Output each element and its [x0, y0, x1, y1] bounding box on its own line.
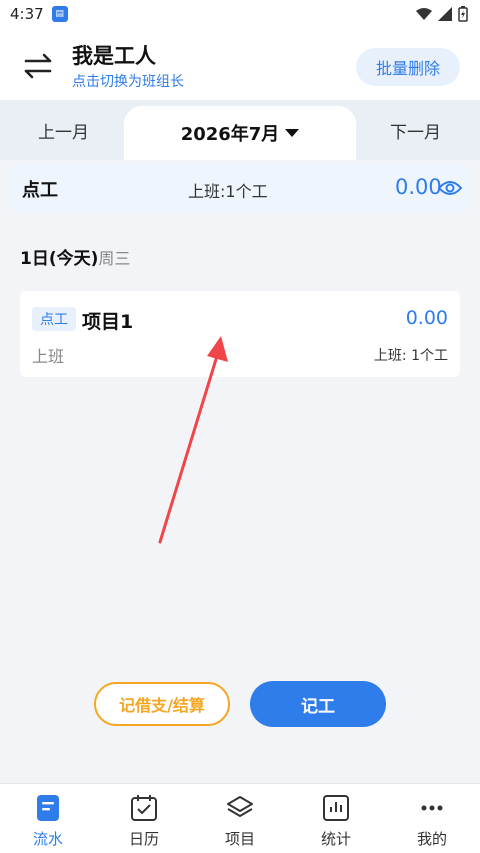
- page-title: 我是工人: [72, 44, 156, 68]
- document-icon: [37, 795, 59, 821]
- nav-label-flow: 流水: [32, 830, 63, 848]
- record-type-tag: 点工: [32, 307, 76, 331]
- borrow-settle-button[interactable]: 记借支/结算: [94, 682, 230, 726]
- summary-type: 点工: [22, 180, 58, 201]
- status-time: 4:37: [10, 5, 44, 23]
- layers-icon: [227, 796, 253, 817]
- eye-icon[interactable]: [438, 178, 462, 198]
- record-detail: 上班: 1个工: [373, 348, 448, 364]
- calendar-check-icon: [131, 795, 157, 821]
- record-shift: 上班: [32, 347, 65, 366]
- nav-label-project: 项目: [224, 830, 255, 848]
- day-date: 1日(今天): [20, 249, 99, 269]
- nav-item-calendar[interactable]: 日历: [96, 784, 192, 853]
- nav-label-stats: 统计: [320, 830, 351, 848]
- month-selector: 上一月 2026年7月 下一月: [0, 100, 480, 160]
- nav-item-project[interactable]: 项目: [192, 784, 288, 853]
- month-summary: 点工 上班:1个工 0.00: [10, 164, 470, 212]
- day-header: 1日(今天)周三: [20, 244, 130, 269]
- status-icons: [416, 6, 468, 22]
- more-icon: [421, 805, 443, 811]
- current-month-label: 2026年7月: [180, 124, 280, 145]
- current-month-picker[interactable]: 2026年7月: [124, 106, 356, 160]
- summary-amount: 0.00: [395, 175, 442, 199]
- record-work-button[interactable]: 记工: [250, 681, 386, 727]
- switch-role-link[interactable]: 点击切换为班组长: [72, 71, 184, 91]
- nav-item-flow[interactable]: 流水: [0, 784, 96, 853]
- record-amount: 0.00: [405, 307, 448, 329]
- switch-role-icon[interactable]: [20, 48, 56, 84]
- nav-item-stats[interactable]: 统计: [288, 784, 384, 853]
- app-notification-icon: ▤: [51, 6, 68, 22]
- status-bar: 4:37 ▤: [0, 0, 480, 28]
- caret-down-icon: [285, 129, 300, 137]
- bottom-nav: 流水 日历 项目 统计 我的: [0, 783, 480, 853]
- nav-label-calendar: 日历: [128, 830, 159, 848]
- chart-icon: [323, 795, 349, 821]
- record-card[interactable]: 点工 项目1 0.00 上班 上班: 1个工: [20, 291, 460, 377]
- prev-month-button[interactable]: 上一月: [38, 118, 89, 143]
- batch-delete-button[interactable]: 批量删除: [356, 48, 460, 86]
- wifi-icon: [416, 8, 432, 20]
- next-month-button[interactable]: 下一月: [390, 118, 441, 143]
- nav-item-mine[interactable]: 我的: [384, 784, 480, 853]
- battery-icon: [458, 6, 468, 22]
- header: 我是工人 点击切换为班组长 批量删除: [0, 28, 480, 100]
- summary-info: 上班:1个工: [188, 182, 268, 201]
- signal-icon: [438, 7, 452, 21]
- record-project: 项目1: [82, 311, 134, 333]
- day-weekday: 周三: [98, 249, 131, 268]
- nav-label-mine: 我的: [416, 830, 447, 848]
